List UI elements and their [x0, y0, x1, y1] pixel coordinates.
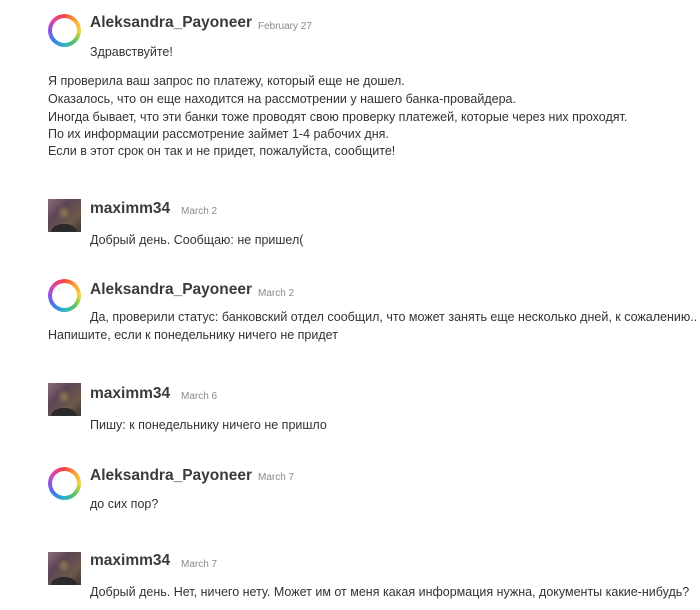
author-name[interactable]: maximm34	[90, 385, 170, 403]
avatar[interactable]	[48, 467, 81, 500]
message-line: Добрый день. Сообщаю: не пришел(	[90, 233, 304, 247]
avatar[interactable]	[48, 14, 81, 47]
message-1: Aleksandra_Payoneer February 27 Здравств…	[0, 0, 700, 170]
message-date: March 2	[181, 206, 218, 217]
message-greeting: Здравствуйте!	[90, 45, 173, 59]
message-6: maximm34 March 7 Добрый день. Нет, ничег…	[0, 540, 700, 610]
author-name[interactable]: Aleksandra_Payoneer	[90, 467, 252, 485]
message-line: По их информации рассмотрение займет 1-4…	[48, 127, 389, 141]
message-4: maximm34 March 6 Пишу: к понедельнику ни…	[0, 372, 700, 442]
message-5: Aleksandra_Payoneer March 7 до сих пор?	[0, 455, 700, 525]
message-date: March 2	[258, 288, 295, 299]
author-name[interactable]: Aleksandra_Payoneer	[90, 14, 252, 32]
author-name[interactable]: maximm34	[90, 200, 170, 218]
message-line: Я проверила ваш запрос по платежу, котор…	[48, 74, 405, 88]
message-date: February 27	[258, 21, 312, 32]
message-line: Добрый день. Нет, ничего нету. Может им …	[90, 585, 690, 599]
avatar[interactable]	[48, 199, 81, 232]
message-2: maximm34 March 2 Добрый день. Сообщаю: н…	[0, 190, 700, 260]
avatar[interactable]	[48, 383, 81, 416]
message-date: March 6	[181, 391, 218, 402]
avatar[interactable]	[48, 552, 81, 585]
message-date: March 7	[258, 472, 295, 483]
message-line: Напишите, если к понедельнику ничего не …	[48, 328, 338, 342]
message-line: Да, проверили статус: банковский отдел с…	[90, 310, 698, 324]
message-line: Иногда бывает, что эти банки тоже провод…	[48, 110, 628, 124]
message-date: March 7	[181, 559, 218, 570]
message-line: Пишу: к понедельнику ничего не пришло	[90, 418, 327, 432]
message-line: до сих пор?	[90, 497, 159, 511]
author-name[interactable]: Aleksandra_Payoneer	[90, 281, 252, 299]
message-line: Если в этот срок он так и не придет, пож…	[48, 144, 396, 158]
message-line: Оказалось, что он еще находится на рассм…	[48, 92, 516, 106]
message-3: Aleksandra_Payoneer March 2 Да, проверил…	[0, 270, 700, 350]
avatar[interactable]	[48, 279, 81, 312]
author-name[interactable]: maximm34	[90, 552, 170, 570]
